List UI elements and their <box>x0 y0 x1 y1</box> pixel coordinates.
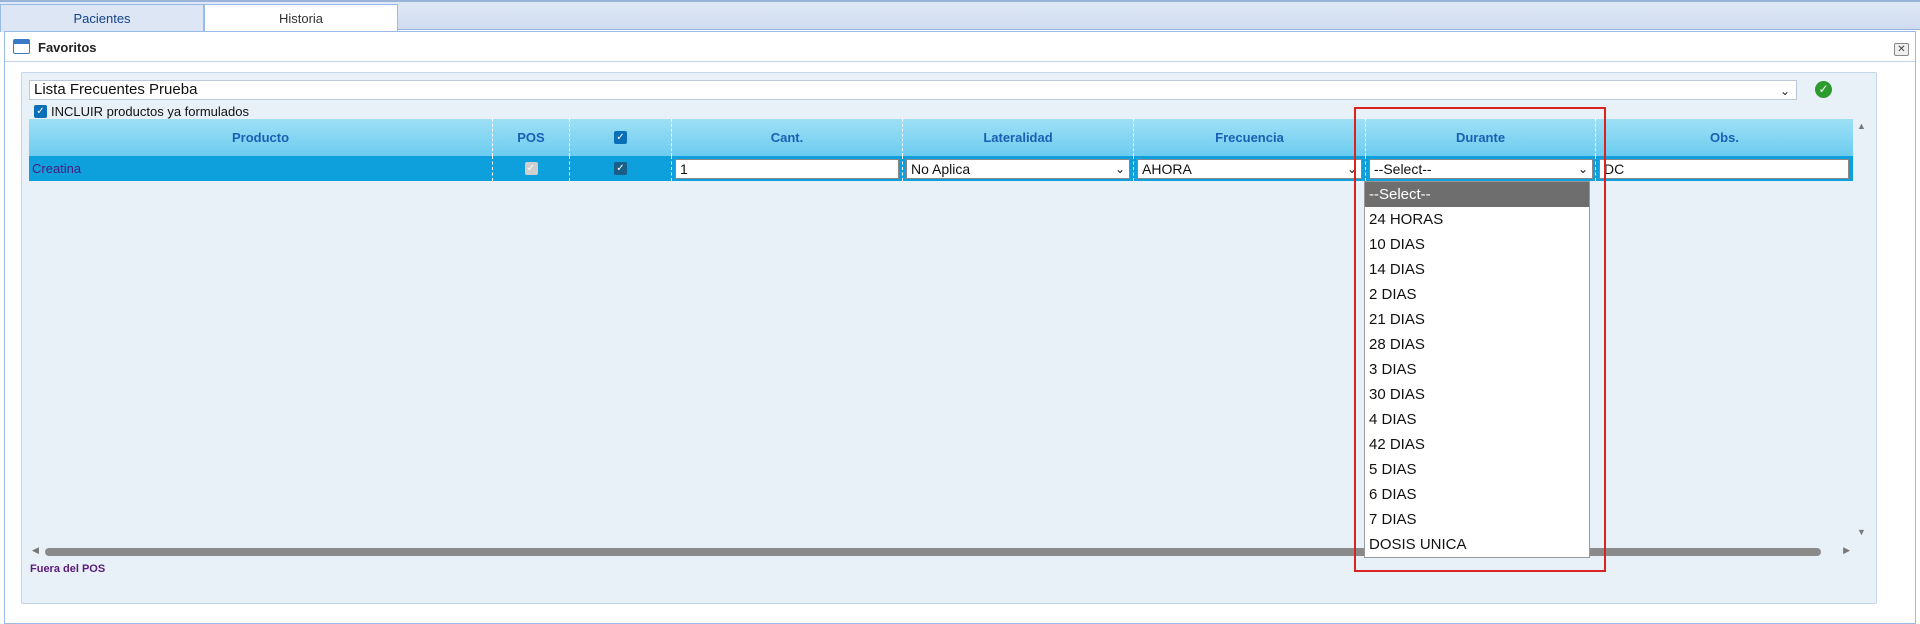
tab-pacientes[interactable]: Pacientes <box>0 4 204 32</box>
favoritos-panel: Favoritos ✕ Lista Frecuentes Prueba ⌄ ✓ … <box>4 31 1916 624</box>
header-pos[interactable]: POS <box>493 119 570 156</box>
tab-historia[interactable]: Historia <box>204 4 398 32</box>
header-obs[interactable]: Obs. <box>1596 119 1853 156</box>
frecuencia-value: AHORA <box>1142 161 1192 177</box>
panel-header: Favoritos ✕ <box>5 32 1915 62</box>
obs-input[interactable]: DC <box>1599 159 1849 179</box>
cell-obs: DC <box>1596 156 1853 181</box>
select-all-checkbox[interactable]: ✓ <box>614 131 627 144</box>
highlight-box <box>1354 107 1606 572</box>
scroll-down-icon[interactable]: ▼ <box>1857 527 1866 537</box>
vertical-scrollbar[interactable]: ▲ ▼ <box>1854 119 1870 539</box>
scroll-left-icon[interactable]: ◀ <box>32 545 39 556</box>
cell-select: ✓ <box>570 156 672 181</box>
checkbox-checked-icon[interactable]: ✓ <box>34 105 47 118</box>
include-label: INCLUIR productos ya formulados <box>51 104 249 119</box>
include-formulated-checkbox[interactable]: ✓ INCLUIR productos ya formulados <box>34 104 249 119</box>
product-name: Creatina <box>32 161 82 176</box>
header-frecuencia[interactable]: Frecuencia <box>1134 119 1366 156</box>
lateralidad-select[interactable]: No Aplica ⌄ <box>906 159 1130 179</box>
cell-frecuencia: AHORA ⌄ <box>1134 156 1366 181</box>
scroll-up-icon[interactable]: ▲ <box>1857 121 1866 131</box>
list-select-value: Lista Frecuentes Prueba <box>34 81 198 98</box>
lateralidad-value: No Aplica <box>911 161 971 177</box>
header-lateralidad[interactable]: Lateralidad <box>903 119 1134 156</box>
header-producto[interactable]: Producto <box>29 119 493 156</box>
scroll-right-icon[interactable]: ▶ <box>1843 545 1850 556</box>
frecuencia-select[interactable]: AHORA ⌄ <box>1137 159 1362 179</box>
quantity-input[interactable]: 1 <box>675 159 899 179</box>
confirm-check-icon[interactable]: ✓ <box>1815 81 1832 98</box>
cell-producto: Creatina <box>29 156 493 181</box>
header-select-all[interactable]: ✓ <box>570 119 672 156</box>
legend-fuera-pos: Fuera del POS <box>30 563 106 575</box>
obs-value: DC <box>1604 161 1625 177</box>
pos-checkbox: ✓ <box>524 162 538 175</box>
close-icon[interactable]: ✕ <box>1894 43 1909 56</box>
header-cant[interactable]: Cant. <box>672 119 903 156</box>
cell-lateralidad: No Aplica ⌄ <box>903 156 1134 181</box>
list-select[interactable]: Lista Frecuentes Prueba ⌄ <box>29 80 1797 100</box>
panel-title: Favoritos <box>38 40 97 55</box>
top-tab-bar: Pacientes Historia <box>0 0 1920 32</box>
row-select-checkbox[interactable]: ✓ <box>614 162 627 175</box>
quantity-value: 1 <box>680 161 688 177</box>
window-icon <box>13 39 30 54</box>
chevron-down-icon: ⌄ <box>1779 84 1790 98</box>
cell-cant: 1 <box>672 156 903 181</box>
cell-pos: ✓ <box>493 156 570 181</box>
chevron-down-icon: ⌄ <box>1114 162 1125 176</box>
